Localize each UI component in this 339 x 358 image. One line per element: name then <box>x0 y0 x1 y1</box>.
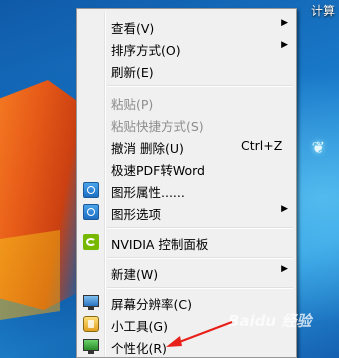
red-annotation-arrow-icon <box>166 320 233 347</box>
